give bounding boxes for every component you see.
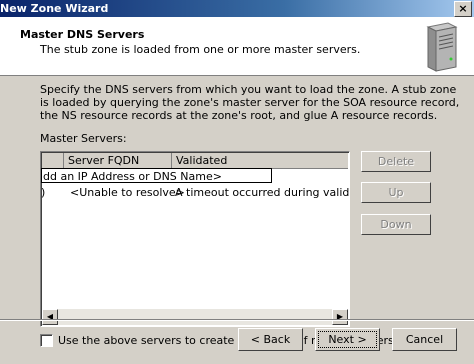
server-address-input[interactable]: dd an IP Address or DNS Name> [41,168,272,183]
page-title: Master DNS Servers [20,28,145,41]
column-header-validated[interactable]: Validated [172,153,348,168]
back-button[interactable]: < Back [238,328,303,351]
scroll-right-icon[interactable]: ▶ [332,309,348,325]
row-server-fqdn: <Unable to resolve> [70,186,185,199]
window-title: New Zone Wizard [0,2,109,15]
server-icon [426,22,458,72]
master-servers-label: Master Servers: [40,132,127,145]
close-icon[interactable]: × [454,1,472,17]
up-button[interactable]: Up [361,182,431,203]
description-text: Specify the DNS servers from which you w… [40,83,460,122]
page-subtitle: The stub zone is loaded from one or more… [40,43,361,56]
wizard-header: Master DNS Servers The stub zone is load… [0,17,474,76]
row-marker: ) [41,186,46,199]
horizontal-scrollbar[interactable]: ◀ ▶ [42,309,348,325]
local-master-list-checkbox[interactable] [40,334,53,347]
wizard-content: Specify the DNS servers from which you w… [0,76,474,347]
scroll-left-icon[interactable]: ◀ [42,309,58,325]
column-header-icon[interactable] [42,153,64,168]
master-servers-list[interactable]: Server FQDN Validated dd an IP Address o… [40,151,350,327]
footer-separator [0,319,474,321]
column-header-server-fqdn[interactable]: Server FQDN [64,153,172,168]
next-button[interactable]: Next > [315,328,380,351]
down-button[interactable]: Down [361,214,431,235]
title-bar: New Zone Wizard × [0,0,474,17]
cancel-button[interactable]: Cancel [392,328,457,351]
delete-button[interactable]: Delete [361,151,431,172]
row-validated: A timeout occurred during validation. [175,186,350,199]
list-header: Server FQDN Validated [42,153,348,169]
